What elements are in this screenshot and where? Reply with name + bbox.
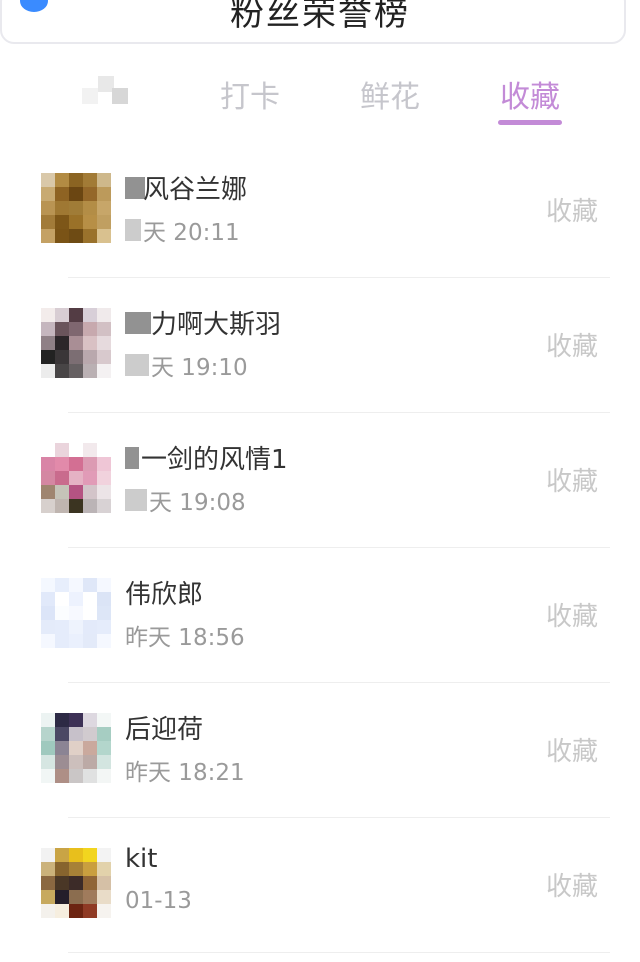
time-mask — [125, 219, 141, 241]
avatar — [41, 848, 111, 918]
activity-time: 天 19:10 — [151, 355, 248, 381]
blurred-corner — [68, 56, 134, 108]
tabs-bar: 打卡 鲜花 收藏 — [0, 48, 640, 143]
tab-punch[interactable]: 打卡 — [205, 72, 295, 116]
user-name: 一剑的风情1 — [141, 445, 288, 475]
time-mask — [125, 489, 147, 511]
fan-honor-page: 粉丝荣誉榜 打卡 鲜花 收藏 风谷兰娜 天 20:11 收藏 力啊大斯羽 天 1… — [0, 0, 640, 962]
active-tab-underline — [498, 120, 562, 125]
activity-time: 天 20:11 — [143, 220, 240, 246]
collect-action: 收藏 — [546, 872, 599, 902]
activity-time: 天 19:08 — [149, 490, 246, 516]
collect-action: 收藏 — [546, 602, 599, 632]
collect-action: 收藏 — [546, 467, 599, 497]
list-item[interactable]: kit 01-13 收藏 — [0, 818, 640, 953]
row-divider — [68, 952, 610, 953]
tab-collect[interactable]: 收藏 — [485, 72, 575, 116]
collect-action: 收藏 — [546, 332, 599, 362]
avatar — [41, 173, 111, 243]
list-item[interactable]: 一剑的风情1 天 19:08 收藏 — [0, 413, 640, 548]
user-name: 力啊大斯羽 — [151, 310, 282, 340]
name-mask — [125, 312, 151, 334]
collect-action: 收藏 — [546, 197, 599, 227]
activity-time: 昨天 18:56 — [125, 625, 245, 651]
top-header: 粉丝荣誉榜 — [0, 0, 640, 48]
user-name: 伟欣郎 — [125, 580, 204, 610]
user-name: 风谷兰娜 — [143, 175, 248, 205]
name-mask — [125, 447, 139, 469]
activity-time: 01-13 — [125, 888, 192, 914]
list-item[interactable]: 风谷兰娜 天 20:11 收藏 — [0, 143, 640, 278]
collect-action: 收藏 — [546, 737, 599, 767]
avatar — [41, 713, 111, 783]
name-mask — [125, 177, 145, 199]
page-title: 粉丝荣誉榜 — [230, 0, 410, 34]
user-name: kit — [125, 844, 158, 874]
tab-flower[interactable]: 鲜花 — [345, 72, 435, 116]
avatar — [41, 578, 111, 648]
list-item[interactable]: 伟欣郎 昨天 18:56 收藏 — [0, 548, 640, 683]
activity-time: 昨天 18:21 — [125, 760, 245, 786]
user-name: 后迎荷 — [125, 715, 204, 745]
list-item[interactable]: 力啊大斯羽 天 19:10 收藏 — [0, 278, 640, 413]
list-item[interactable]: 后迎荷 昨天 18:21 收藏 — [0, 683, 640, 818]
avatar — [41, 443, 111, 513]
avatar — [41, 308, 111, 378]
time-mask — [125, 354, 149, 376]
